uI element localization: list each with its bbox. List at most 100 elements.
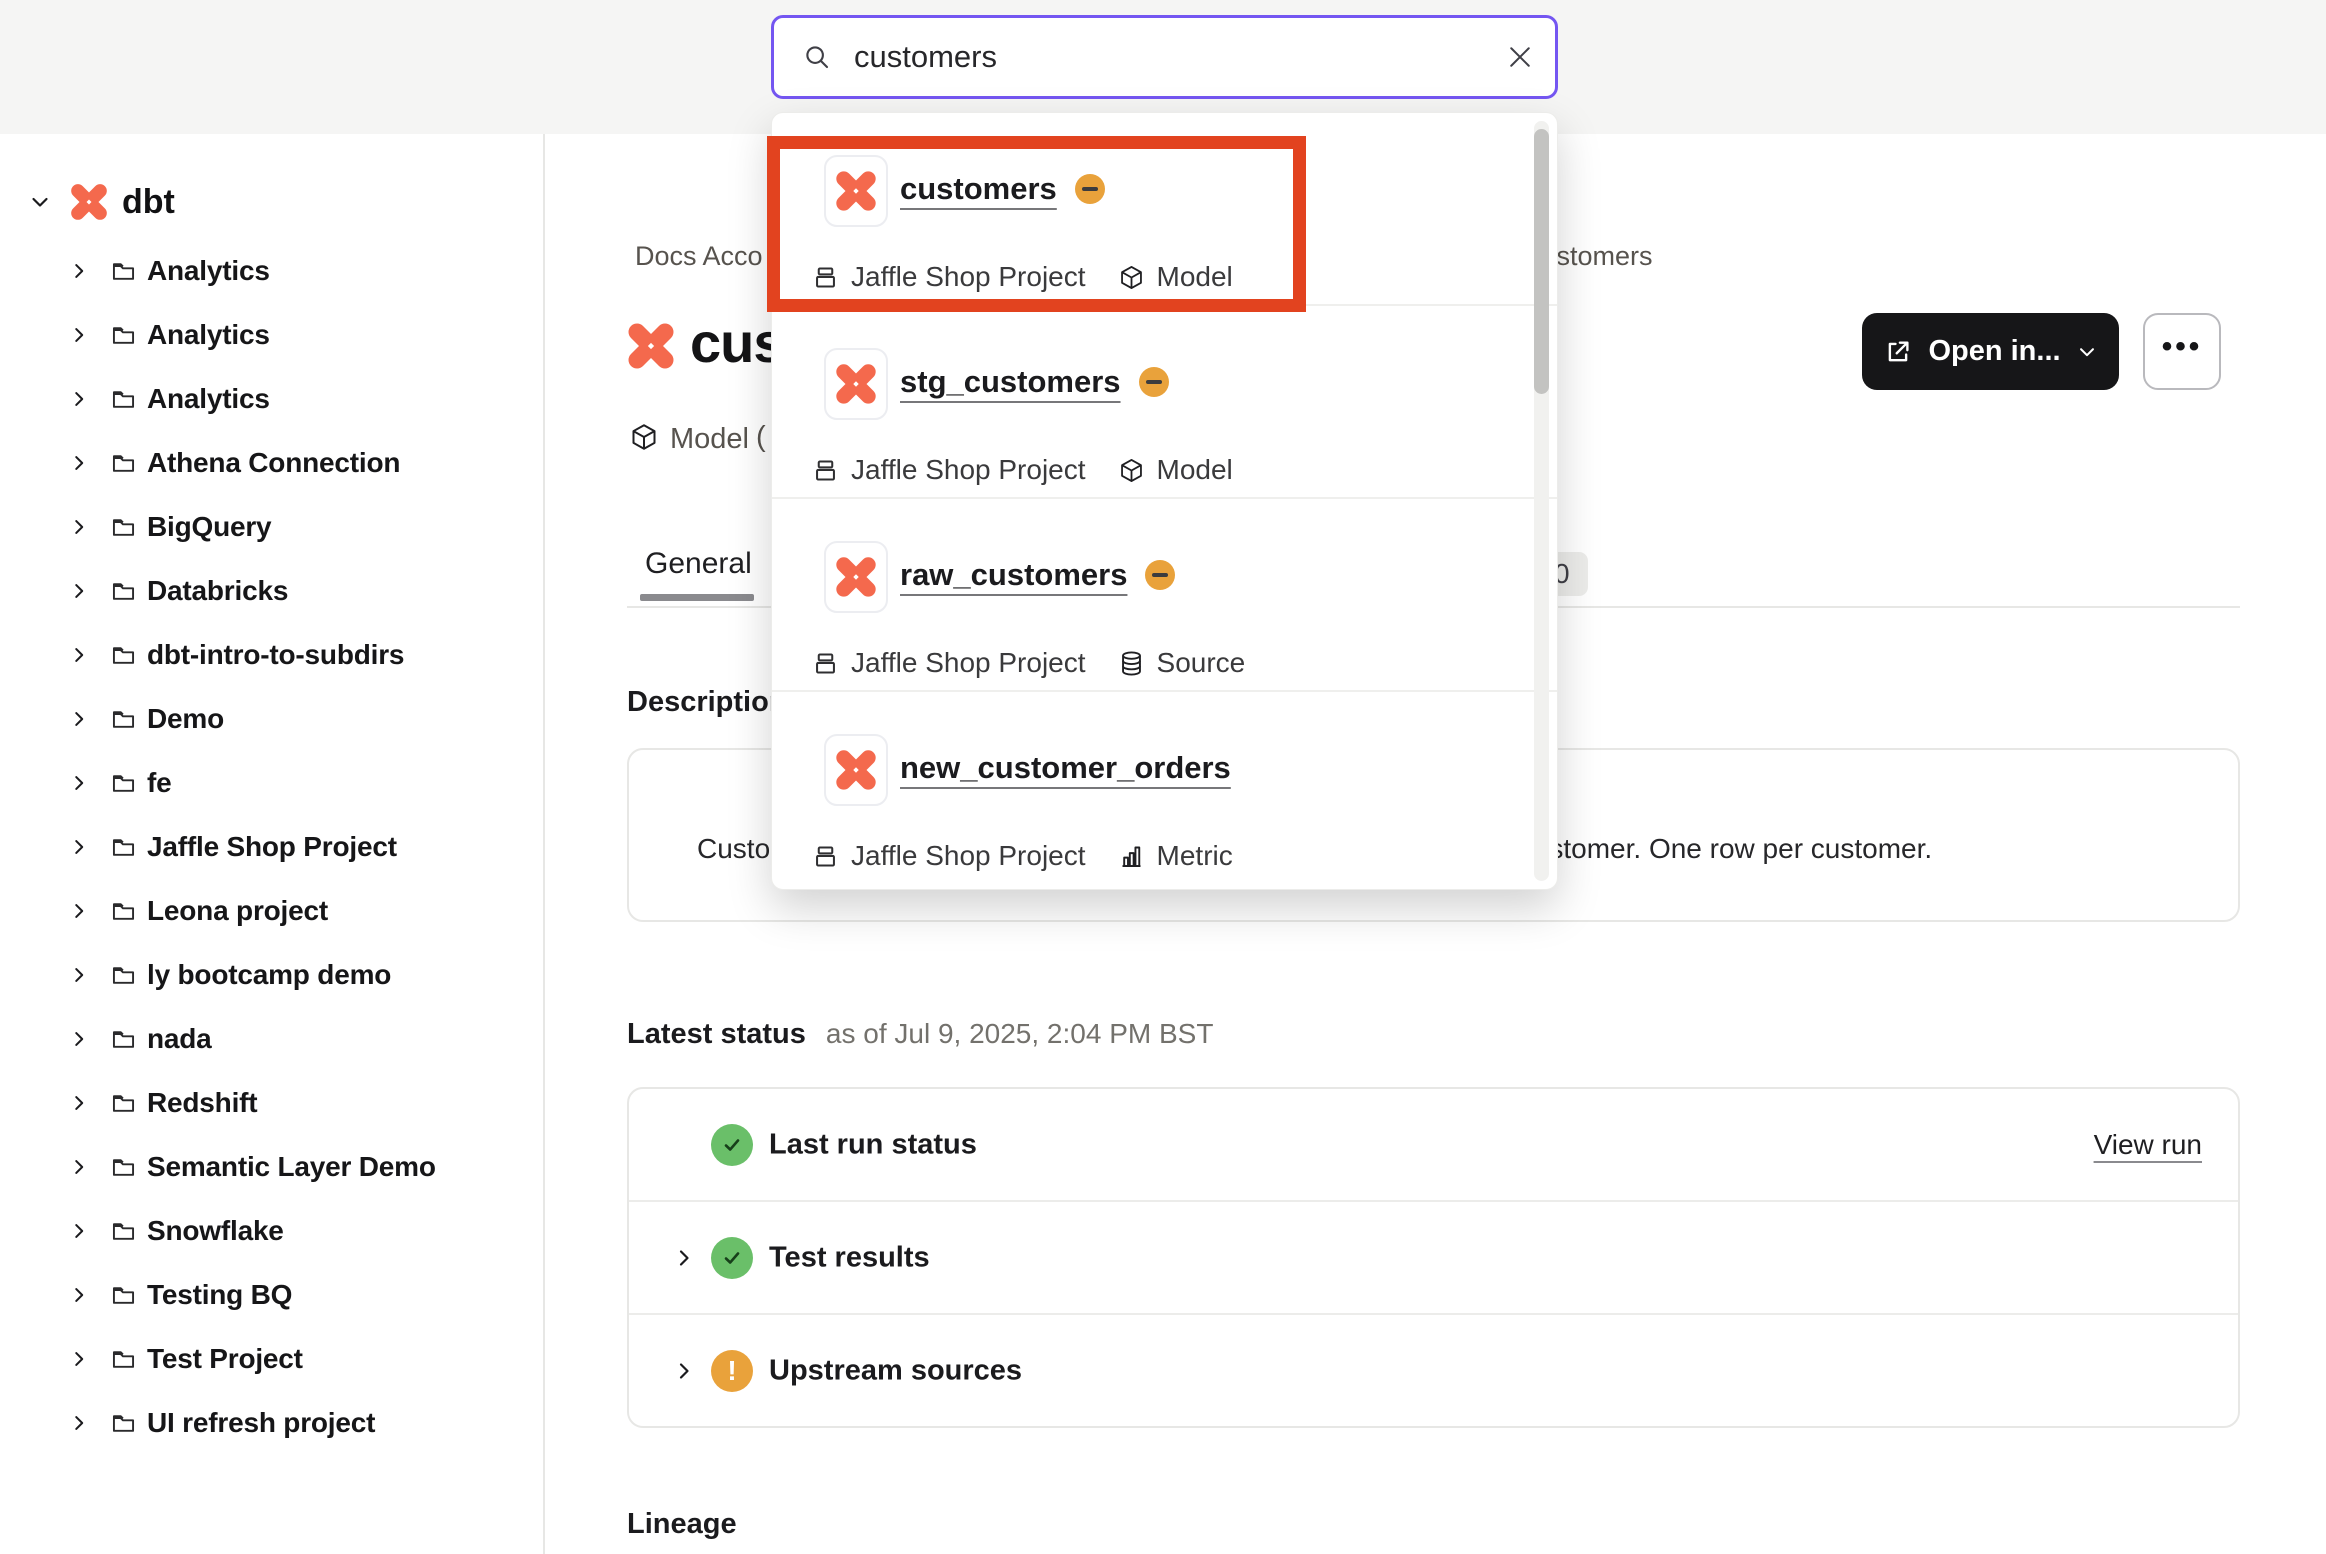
tab-general[interactable]: General <box>645 547 752 581</box>
chevron-right-icon <box>68 1092 90 1114</box>
dropdown-scrollbar-thumb[interactable] <box>1534 129 1549 394</box>
chevron-right-icon <box>68 388 90 410</box>
status-card: Last run status View run Test results ! … <box>627 1087 2240 1428</box>
chevron-right-icon[interactable] <box>68 1028 90 1050</box>
sidebar-item[interactable]: Demo <box>0 687 543 751</box>
sidebar-item[interactable]: Analytics <box>0 303 543 367</box>
search-result-name-link[interactable]: new_customer_orders <box>900 750 1231 786</box>
chevron-right-icon[interactable] <box>68 260 90 282</box>
dbt-logo-icon <box>835 170 877 212</box>
folder-icon <box>110 706 137 733</box>
folder-icon <box>110 1282 137 1309</box>
search-result-type: Model <box>1157 454 1233 486</box>
chevron-right-icon[interactable] <box>68 1348 90 1370</box>
search-result-item[interactable]: raw_customers Jaffle Shop Project Source <box>772 499 1557 692</box>
chevron-right-icon[interactable] <box>68 836 90 858</box>
folder-icon <box>110 1218 137 1245</box>
folder-icon <box>110 258 137 285</box>
search-box[interactable] <box>771 15 1558 99</box>
folder-icon <box>110 770 137 797</box>
dbt-logo-tile <box>824 348 888 420</box>
more-options-button[interactable]: ••• <box>2143 313 2221 390</box>
open-in-button[interactable]: Open in... <box>1862 313 2119 390</box>
chevron-right-icon[interactable] <box>68 708 90 730</box>
chevron-right-icon[interactable] <box>68 388 90 410</box>
status-row[interactable]: ! Upstream sources <box>629 1315 2238 1426</box>
open-in-label: Open in... <box>1928 335 2060 368</box>
sidebar-item[interactable]: Test Project <box>0 1327 543 1391</box>
chevron-right-icon <box>68 1156 90 1178</box>
clear-search-button[interactable] <box>1497 34 1543 80</box>
chevron-right-icon[interactable] <box>68 1156 90 1178</box>
sidebar-item[interactable]: Analytics <box>0 239 543 303</box>
chevron-right-icon[interactable] <box>68 772 90 794</box>
sidebar-item[interactable]: BigQuery <box>0 495 543 559</box>
search-result-name-link[interactable]: raw_customers <box>900 557 1127 593</box>
search-result-item[interactable]: new_customer_orders Jaffle Shop Project … <box>772 692 1557 885</box>
chevron-right-icon[interactable] <box>68 1220 90 1242</box>
folder-icon <box>110 706 137 733</box>
chevron-right-icon <box>68 580 90 602</box>
view-run-link[interactable]: View run <box>2094 1129 2202 1161</box>
folder-icon <box>110 1282 137 1309</box>
sidebar-item[interactable]: UI refresh project <box>0 1391 543 1455</box>
warning-exclamation-icon: ! <box>711 1350 753 1392</box>
chevron-right-icon[interactable] <box>68 1284 90 1306</box>
chevron-right-icon[interactable] <box>68 516 90 538</box>
description-heading: Description <box>627 686 787 719</box>
sidebar-item[interactable]: fe <box>0 751 543 815</box>
chevron-right-icon[interactable] <box>68 452 90 474</box>
sidebar-item[interactable]: Analytics <box>0 367 543 431</box>
search-result-name-link[interactable]: stg_customers <box>900 364 1121 400</box>
dbt-logo-icon <box>835 363 877 405</box>
status-row[interactable]: Test results <box>629 1202 2238 1315</box>
sidebar-item-label: BigQuery <box>147 511 271 543</box>
status-row[interactable]: Last run status View run <box>629 1089 2238 1202</box>
sidebar-item[interactable]: Redshift <box>0 1071 543 1135</box>
chevron-right-icon[interactable] <box>68 1412 90 1434</box>
chevron-right-icon[interactable] <box>672 1359 696 1383</box>
folder-icon <box>110 450 137 477</box>
sidebar-item-label: nada <box>147 1023 212 1055</box>
sidebar-item[interactable]: Leona project <box>0 879 543 943</box>
chevron-down-icon[interactable] <box>28 190 52 214</box>
sidebar-item[interactable]: dbt-intro-to-subdirs <box>0 623 543 687</box>
chevron-right-icon <box>68 644 90 666</box>
resource-meta-fragment: ( <box>756 421 766 454</box>
sidebar-item[interactable]: Testing BQ <box>0 1263 543 1327</box>
sidebar-root-dbt[interactable]: dbt <box>0 174 543 230</box>
chevron-right-icon[interactable] <box>68 644 90 666</box>
model-cube-icon <box>1118 457 1145 484</box>
model-cube-icon <box>629 422 659 452</box>
chevron-right-icon <box>68 708 90 730</box>
sidebar-item[interactable]: Databricks <box>0 559 543 623</box>
status-row-label: Test results <box>769 1241 930 1274</box>
sidebar-item[interactable]: Athena Connection <box>0 431 543 495</box>
search-result-item[interactable]: customers Jaffle Shop Project Model <box>772 113 1557 306</box>
chevron-right-icon <box>68 516 90 538</box>
dbt-logo-tile <box>824 155 888 227</box>
source-database-icon <box>1118 650 1145 677</box>
chevron-right-icon[interactable] <box>68 964 90 986</box>
sidebar-item[interactable]: Jaffle Shop Project <box>0 815 543 879</box>
search-result-project: Jaffle Shop Project <box>851 261 1086 293</box>
search-result-project: Jaffle Shop Project <box>851 647 1086 679</box>
sidebar-item[interactable]: ly bootcamp demo <box>0 943 543 1007</box>
search-result-item[interactable]: stg_customers Jaffle Shop Project Model <box>772 306 1557 499</box>
folder-icon <box>110 1346 137 1373</box>
sidebar-item[interactable]: Semantic Layer Demo <box>0 1135 543 1199</box>
chevron-right-icon[interactable] <box>68 324 90 346</box>
sidebar-item[interactable]: nada <box>0 1007 543 1071</box>
folder-icon <box>110 1154 137 1181</box>
chevron-right-icon[interactable] <box>68 1092 90 1114</box>
chevron-right-icon[interactable] <box>68 900 90 922</box>
sidebar-item[interactable]: Snowflake <box>0 1199 543 1263</box>
search-result-name-link[interactable]: customers <box>900 171 1057 207</box>
sidebar-item-label: fe <box>147 767 172 799</box>
chevron-right-icon[interactable] <box>68 580 90 602</box>
metric-chart-icon <box>1118 843 1145 870</box>
chevron-right-icon[interactable] <box>672 1246 696 1270</box>
chevron-down-icon <box>28 190 52 214</box>
search-input[interactable] <box>854 39 1497 75</box>
sidebar-item-label: Athena Connection <box>147 447 400 479</box>
